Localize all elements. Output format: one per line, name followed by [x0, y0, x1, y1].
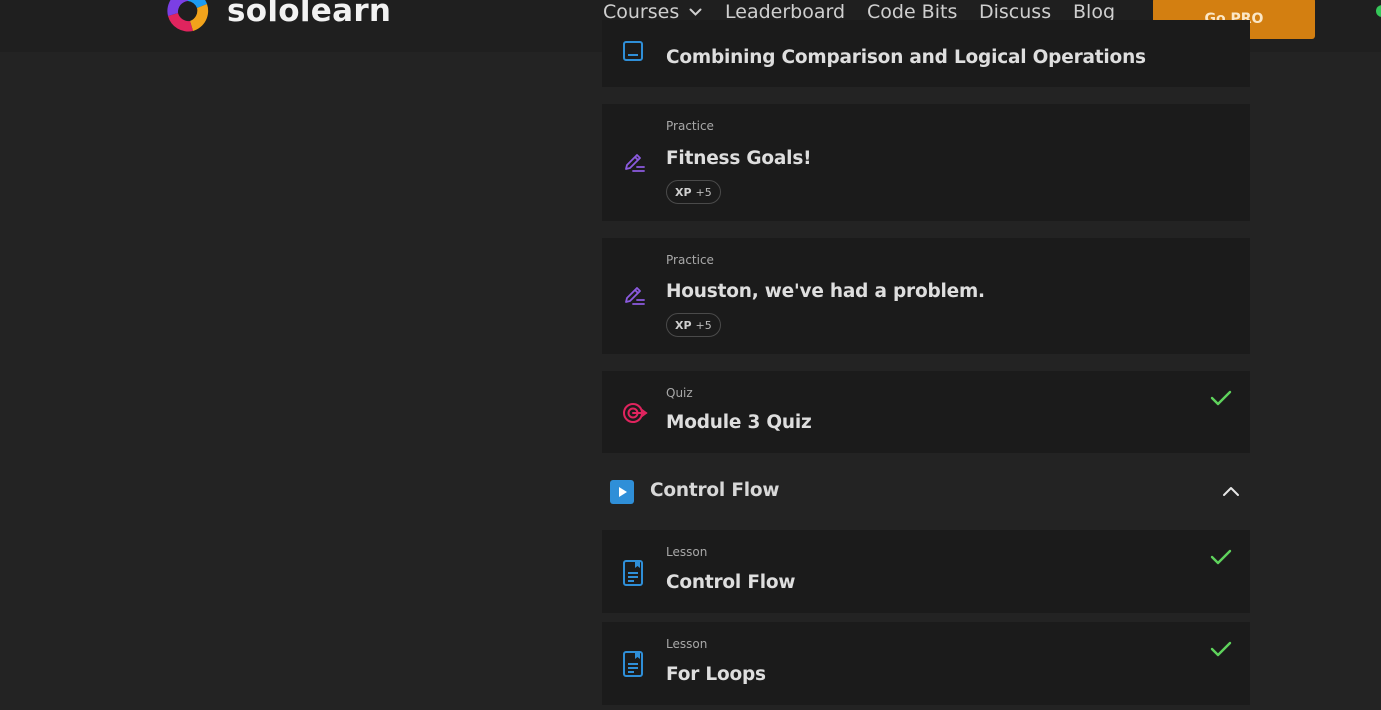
item-title: For Loops — [666, 664, 766, 685]
item-category: Practice — [666, 253, 714, 267]
lesson-icon — [622, 650, 644, 682]
item-title: Combining Comparison and Logical Operati… — [666, 47, 1146, 68]
item-title: Control Flow — [666, 572, 796, 593]
xp-label: XP — [675, 185, 692, 199]
sololearn-logo-icon — [167, 0, 209, 32]
pencil-icon — [622, 284, 646, 312]
item-title: Houston, we've had a problem. — [666, 281, 985, 302]
check-icon — [1210, 548, 1232, 570]
sololearn-logo[interactable]: sololearn — [163, 0, 391, 36]
check-icon — [1210, 389, 1232, 411]
logo-text: sololearn — [227, 0, 392, 29]
module-header-control-flow[interactable]: Control Flow — [602, 472, 1250, 512]
chevron-down-icon — [689, 8, 702, 16]
item-category: Practice — [666, 119, 714, 133]
xp-label: XP — [675, 318, 692, 332]
item-title: Fitness Goals! — [666, 148, 812, 169]
lesson-item[interactable]: Combining Comparison and Logical Operati… — [602, 20, 1250, 87]
check-icon — [1210, 640, 1232, 662]
xp-badge: XP +5 — [666, 180, 721, 204]
lesson-icon — [622, 40, 644, 66]
item-category: Lesson — [666, 545, 708, 559]
lesson-icon — [622, 559, 644, 591]
target-icon — [622, 401, 648, 429]
status-dot — [1376, 5, 1381, 17]
lesson-item[interactable]: Lesson Control Flow — [602, 530, 1250, 613]
pencil-icon — [622, 151, 646, 179]
item-category: Quiz — [666, 386, 693, 400]
quiz-item[interactable]: Quiz Module 3 Quiz — [602, 371, 1250, 453]
practice-item[interactable]: Practice Houston, we've had a problem. X… — [602, 238, 1250, 354]
chevron-up-icon[interactable] — [1222, 482, 1240, 501]
xp-value: +5 — [695, 318, 712, 332]
xp-badge: XP +5 — [666, 313, 721, 337]
lesson-item[interactable]: Lesson For Loops — [602, 622, 1250, 705]
course-page: sololearn Courses Leaderboard Code Bits … — [0, 0, 1381, 710]
xp-value: +5 — [695, 185, 712, 199]
module-title: Control Flow — [650, 480, 780, 501]
item-category: Lesson — [666, 637, 708, 651]
play-icon — [610, 480, 634, 508]
item-title: Module 3 Quiz — [666, 412, 812, 433]
practice-item[interactable]: Practice Fitness Goals! XP +5 — [602, 104, 1250, 221]
